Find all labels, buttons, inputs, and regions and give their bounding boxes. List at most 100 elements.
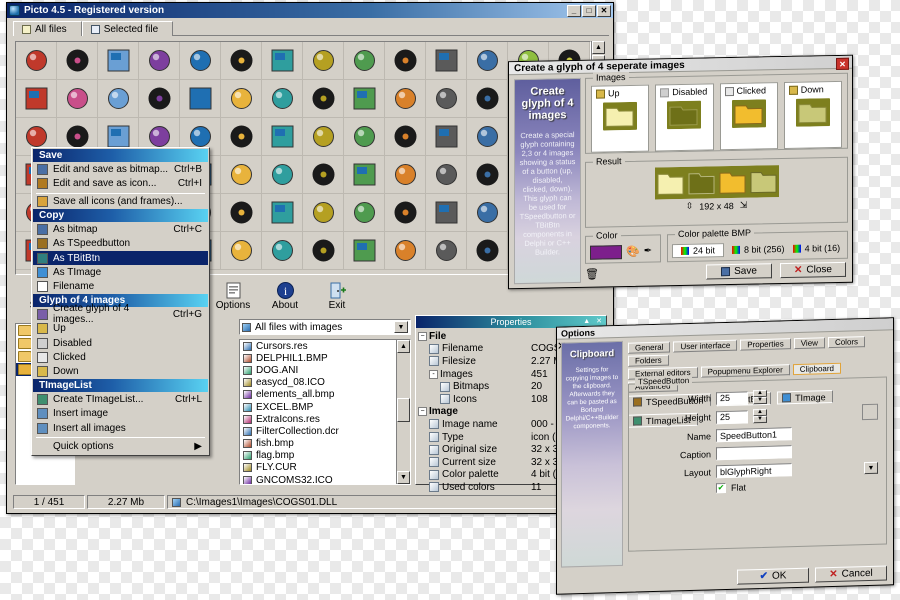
icon-grid-cell[interactable] xyxy=(426,80,467,118)
icon-grid-cell[interactable] xyxy=(385,42,426,80)
width-spinner[interactable]: ▲ ▼ xyxy=(753,389,767,405)
menu-item[interactable]: Insert image xyxy=(33,406,208,420)
cancel-button[interactable]: ✕ Cancel xyxy=(815,565,887,583)
icon-grid-cell[interactable] xyxy=(16,80,57,118)
chevron-down-icon[interactable]: ▼ xyxy=(394,321,408,333)
file-list-item[interactable]: DELPHIL1.BMP xyxy=(240,352,396,364)
options-tab-colors[interactable]: Colors xyxy=(827,336,866,349)
menu-item[interactable]: Quick options ▶ xyxy=(33,439,208,453)
icon-grid-cell[interactable] xyxy=(303,118,344,156)
icon-grid-cell[interactable] xyxy=(98,42,139,80)
icon-grid-cell[interactable] xyxy=(426,156,467,194)
menu-item[interactable]: Insert all images xyxy=(33,421,208,435)
file-list-item[interactable]: EXCEL.BMP xyxy=(240,401,396,413)
icon-grid-cell[interactable] xyxy=(344,42,385,80)
state-card-disabled[interactable]: Disabled xyxy=(655,83,714,152)
icon-grid-cell[interactable] xyxy=(303,42,344,80)
file-list-item[interactable]: FilterCollection.dcr xyxy=(240,425,396,437)
expander-icon[interactable]: − xyxy=(418,407,427,417)
icon-grid-cell[interactable] xyxy=(385,232,426,270)
icon-grid-cell[interactable] xyxy=(344,232,385,270)
layout-input[interactable]: blGlyphRight xyxy=(716,463,792,479)
toolbar-button-options[interactable]: Options xyxy=(207,279,259,311)
file-list-scrollbar[interactable]: ▲ ▼ xyxy=(396,340,410,484)
file-filter-combo[interactable]: All files with images ▼ xyxy=(239,319,411,335)
icon-grid-cell[interactable] xyxy=(467,42,508,80)
icon-grid-cell[interactable] xyxy=(426,118,467,156)
icon-grid-cell[interactable] xyxy=(467,118,508,156)
menu-item[interactable]: Edit and save as icon... Ctrl+I xyxy=(33,176,208,190)
icon-grid-cell[interactable] xyxy=(221,156,262,194)
height-spinner[interactable]: ▲ ▼ xyxy=(753,408,767,424)
options-tab-general[interactable]: General xyxy=(628,341,671,354)
ok-button[interactable]: ✔ OK xyxy=(737,567,809,585)
file-list-item[interactable]: ExtraIcons.res xyxy=(240,413,396,425)
icon-grid-cell[interactable] xyxy=(139,42,180,80)
spin-down-icon[interactable]: ▼ xyxy=(753,396,767,405)
icon-grid-cell[interactable] xyxy=(262,118,303,156)
icon-grid-cell[interactable] xyxy=(344,194,385,232)
flat-checkbox[interactable]: ✔ xyxy=(716,482,726,494)
icon-grid-cell[interactable] xyxy=(16,42,57,80)
icon-grid-cell[interactable] xyxy=(262,42,303,80)
file-scroll-thumb[interactable] xyxy=(397,398,410,422)
file-listbox[interactable]: Cursors.res DELPHIL1.BMP DOG.ANI easycd_08.… xyxy=(239,339,411,485)
options-tab-user-interface[interactable]: User interface xyxy=(673,339,738,353)
icon-grid-cell[interactable] xyxy=(57,42,98,80)
state-card-clicked[interactable]: Clicked xyxy=(719,82,778,151)
icon-grid-cell[interactable] xyxy=(262,194,303,232)
glyph-close-dialog-button[interactable]: ✕ Close xyxy=(780,261,846,278)
menu-item[interactable]: Create TImageList... Ctrl+L xyxy=(33,392,208,406)
menu-item[interactable]: As TSpeedbutton xyxy=(33,237,208,251)
color-wheel-icon[interactable]: 🎨 xyxy=(626,245,640,258)
file-scroll-up-button[interactable]: ▲ xyxy=(397,340,410,353)
icon-grid-cell[interactable] xyxy=(385,156,426,194)
icon-grid-cell[interactable] xyxy=(57,80,98,118)
icon-grid-cell[interactable] xyxy=(180,80,221,118)
file-list-item[interactable]: easycd_08.ICO xyxy=(240,377,396,389)
icon-grid-cell[interactable] xyxy=(426,232,467,270)
menu-item[interactable]: As TBitBtn xyxy=(33,250,208,266)
icon-grid-cell[interactable] xyxy=(221,232,262,270)
preview-icon[interactable] xyxy=(862,403,878,421)
icon-grid-cell[interactable] xyxy=(385,118,426,156)
palette-option-8bit[interactable]: 8 bit (256) xyxy=(732,244,785,255)
menu-item[interactable]: As bitmap Ctrl+C xyxy=(33,222,208,236)
icon-grid-cell[interactable] xyxy=(426,42,467,80)
options-tab-clipboard[interactable]: Clipboard xyxy=(792,362,841,376)
options-tab-view[interactable]: View xyxy=(793,337,825,350)
toolbar-button-exit[interactable]: Exit xyxy=(311,279,363,311)
options-tab-popupmenu-explorer[interactable]: Popupmenu Explorer xyxy=(700,364,790,378)
icon-grid-cell[interactable] xyxy=(344,118,385,156)
icon-grid-cell[interactable] xyxy=(262,80,303,118)
scroll-up-button[interactable]: ▲ xyxy=(592,41,605,54)
chevron-down-icon[interactable]: ▼ xyxy=(864,461,878,474)
tab-all-files[interactable]: All files xyxy=(13,21,82,36)
icon-grid-cell[interactable] xyxy=(221,194,262,232)
icon-grid-cell[interactable] xyxy=(262,232,303,270)
menu-item[interactable]: Create glyph of 4 images... Ctrl+G xyxy=(33,303,208,325)
menu-item[interactable]: Clicked xyxy=(33,350,208,364)
icon-grid-cell[interactable] xyxy=(221,80,262,118)
icon-grid-cell[interactable] xyxy=(344,80,385,118)
icon-grid-cell[interactable] xyxy=(303,194,344,232)
file-scroll-down-button[interactable]: ▼ xyxy=(397,471,410,484)
caption-input[interactable] xyxy=(716,445,792,461)
icon-grid-cell[interactable] xyxy=(467,194,508,232)
icon-grid-cell[interactable] xyxy=(180,42,221,80)
file-list-item[interactable]: fish.bmp xyxy=(240,438,396,450)
icon-grid-cell[interactable] xyxy=(467,156,508,194)
palette-option-4bit[interactable]: 4 bit (16) xyxy=(792,242,840,253)
icon-grid-cell[interactable] xyxy=(303,80,344,118)
file-list-item[interactable]: DOG.ANI xyxy=(240,364,396,376)
icon-grid-cell[interactable] xyxy=(467,80,508,118)
icon-grid-cell[interactable] xyxy=(467,232,508,270)
glyph-save-button[interactable]: Save xyxy=(706,262,772,280)
options-tab-folders[interactable]: Folders xyxy=(628,354,669,367)
file-list-item[interactable]: elements_all.bmp xyxy=(240,389,396,401)
menu-item[interactable]: As TImage xyxy=(33,265,208,279)
menu-item[interactable]: Save all icons (and frames)... xyxy=(33,195,208,209)
menu-item[interactable]: Filename xyxy=(33,280,208,294)
context-menu[interactable]: Save Edit and save as bitmap... Ctrl+B Edit… xyxy=(31,147,210,456)
eyedropper-icon[interactable]: ✒ xyxy=(644,246,652,257)
